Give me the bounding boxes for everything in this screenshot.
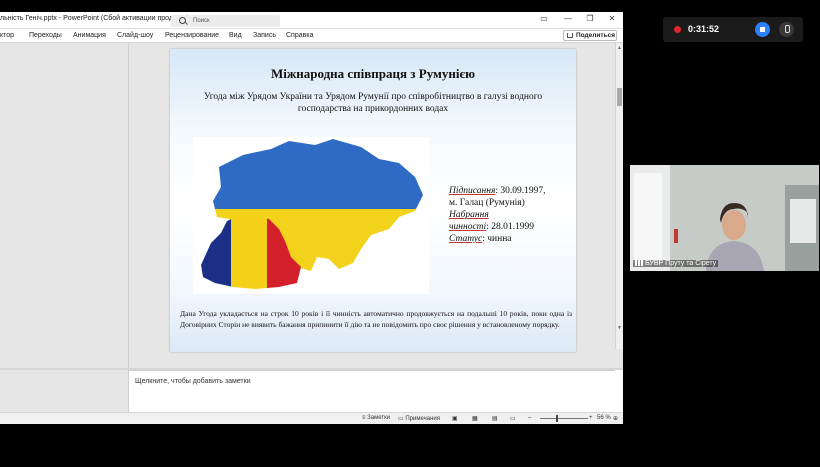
reading-view-icon[interactable]: ▤: [492, 415, 498, 422]
tab-view[interactable]: Вид: [229, 32, 242, 39]
comments-label: Примечания: [405, 416, 440, 422]
vertical-scrollbar[interactable]: ▲ ▼: [615, 43, 623, 349]
share-button[interactable]: Поделиться: [563, 30, 617, 41]
search-placeholder: Поиск: [193, 18, 210, 24]
tab-slideshow[interactable]: Слайд-шоу: [117, 32, 153, 39]
search-icon: [179, 17, 186, 24]
fit-slide-icon[interactable]: ⊕: [613, 415, 618, 422]
scrollbar-thumb[interactable]: [617, 88, 622, 106]
tab-animation[interactable]: Анимация: [73, 32, 106, 39]
microphone-button[interactable]: [779, 22, 794, 37]
zoom-out-icon[interactable]: –: [528, 415, 531, 421]
subtitle-line-1: Угода між Урядом України та Урядом Румун…: [203, 92, 543, 102]
scroll-up-icon[interactable]: ▲: [617, 45, 622, 51]
participant-video[interactable]: БУВР Пруту та Сірету: [630, 165, 819, 271]
share-icon: [567, 33, 573, 38]
slide-subtitle: Угода між Урядом України та Урядом Румун…: [190, 91, 556, 115]
slide-sorter-icon[interactable]: ▦: [472, 415, 478, 422]
meeting-timer: 0:31:52: [688, 24, 720, 34]
ukraine-blue-band: [213, 139, 423, 209]
recording-icon: [674, 26, 681, 33]
participant-name: БУВР Пруту та Сірету: [645, 260, 717, 267]
slide-body-text: Дана Угода укладається на строк 10 років…: [180, 309, 572, 329]
tab-transitions[interactable]: Переходы: [29, 32, 62, 39]
zoom-level[interactable]: 56 %: [597, 415, 611, 421]
normal-view-icon[interactable]: ▣: [452, 415, 458, 422]
agreement-info: Підписання: 30.09.1997, м. Галац (Румуні…: [449, 185, 564, 245]
status-value: : чинна: [482, 234, 512, 244]
slide-title: Міжнародна співпраця з Румунією: [270, 66, 476, 81]
powerpoint-window: льність Геніч.pptx - PowerPoint (Сбой ак…: [0, 12, 623, 424]
zoom-slider-thumb[interactable]: [556, 415, 558, 422]
slide-canvas[interactable]: Міжнародна співпраця з Румунією Угода мі…: [170, 49, 576, 352]
stop-recording-button[interactable]: [755, 22, 770, 37]
subtitle-line-2: господарства на прикордонних водах: [297, 104, 449, 114]
tab-review[interactable]: Рецензирование: [165, 32, 219, 39]
tab-help[interactable]: Справка: [286, 32, 313, 39]
status-bar: ≡ Заметки ▭ Примечания ▣ ▦ ▤ ▭ – + 56 % …: [0, 412, 623, 424]
ukraine-romania-map: [201, 139, 423, 289]
notes-toggle-label: Заметки: [367, 415, 391, 421]
zoom-slider[interactable]: [540, 418, 588, 419]
notes-placeholder: Щелкните, чтобы добавить заметки: [135, 378, 251, 385]
share-label: Поделиться: [576, 32, 616, 39]
signal-icon: [635, 260, 643, 266]
map-image: [193, 137, 429, 294]
zoom-in-icon[interactable]: +: [589, 415, 593, 421]
signed-label: Підписання: [449, 186, 496, 196]
restore-button[interactable]: ❐: [583, 14, 597, 23]
effective-value: : 28.01.1999: [486, 222, 534, 232]
participant-name-label: БУВР Пруту та Сірету: [633, 260, 719, 267]
thumbnail-pane[interactable]: [0, 43, 129, 413]
signing-place: м. Галац (Румунія): [449, 198, 525, 208]
ribbon-tabs: ктор Переходы Анимация Слайд-шоу Рецензи…: [0, 29, 623, 43]
meeting-control-bar: 0:31:52: [663, 17, 803, 42]
slideshow-view-icon[interactable]: ▭: [510, 415, 516, 422]
romania-blue-band: [201, 215, 231, 289]
notes-toggle-button[interactable]: ≡ Заметки: [362, 415, 390, 421]
participant-video-feed: [630, 165, 819, 271]
window-title: льність Геніч.pptx - PowerPoint (Сбой ак…: [0, 15, 189, 22]
status-label: Статус: [449, 234, 483, 244]
close-button[interactable]: ✕: [605, 14, 619, 23]
tab-designer[interactable]: ктор: [0, 32, 14, 39]
comments-button[interactable]: ▭ Примечания: [398, 415, 440, 422]
effective-label-2: чинності: [449, 222, 487, 232]
search-box[interactable]: Поиск: [171, 15, 280, 27]
effective-label-1: Набрання: [449, 210, 489, 220]
signed-value: : 30.09.1997,: [495, 186, 546, 196]
ribbon-display-icon[interactable]: ▭: [537, 14, 551, 23]
title-bar: льність Геніч.pptx - PowerPoint (Сбой ак…: [0, 12, 623, 29]
minimize-button[interactable]: —: [561, 14, 575, 23]
scroll-down-icon[interactable]: ▼: [617, 325, 622, 331]
romania-yellow-band: [231, 215, 267, 289]
tab-record[interactable]: Запись: [253, 32, 276, 39]
